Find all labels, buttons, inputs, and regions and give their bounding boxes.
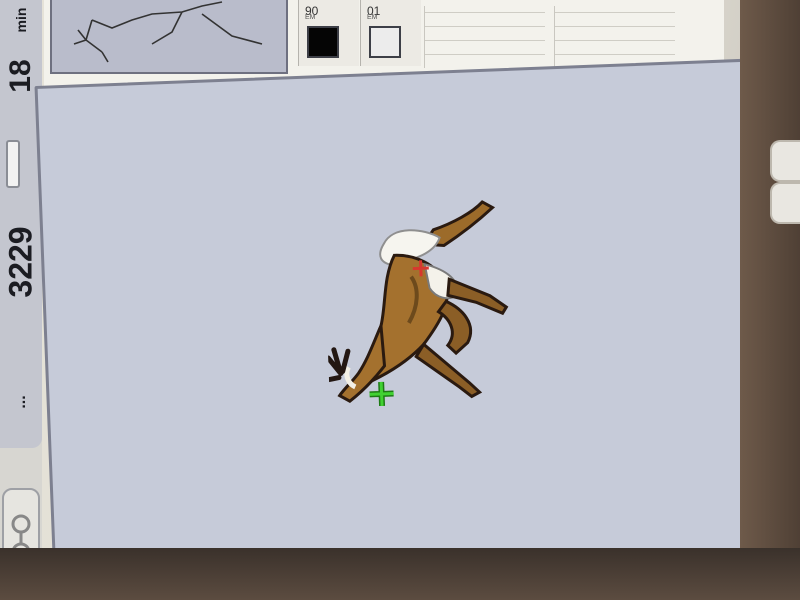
- side-button-2[interactable]: [770, 182, 800, 224]
- design-canvas[interactable]: [34, 58, 776, 594]
- color-list-column-1: [424, 6, 545, 68]
- stitch-count: 3229: [2, 226, 39, 298]
- start-marker-icon: [369, 381, 394, 407]
- time-unit: min: [13, 7, 29, 33]
- device-bezel-right: [740, 0, 800, 600]
- color-swatch-2[interactable]: 01 EM: [360, 0, 421, 66]
- device-bezel-bottom: [0, 548, 800, 600]
- color-swatch-box-1: [307, 26, 339, 58]
- color-swatch-box-2: [369, 26, 401, 58]
- ellipsis-text: ...: [12, 395, 29, 409]
- deer-embroidery-icon[interactable]: [322, 180, 551, 418]
- progress-icon: [6, 140, 20, 188]
- embroidery-machine-screen: min 18 3229 ... 90 EM 01 EM: [0, 0, 800, 600]
- color-brand-2: EM: [367, 14, 378, 21]
- design-thumbnail[interactable]: [50, 0, 288, 74]
- color-list-column-2: [554, 6, 675, 68]
- color-swatch-1[interactable]: 90 EM: [298, 0, 359, 66]
- color-brand-1: EM: [305, 14, 316, 21]
- stitch-info-panel: min 18 3229 ...: [0, 0, 42, 448]
- side-button-1[interactable]: [770, 140, 800, 182]
- time-value: 18: [4, 59, 37, 93]
- deer-outline-thumbnail-icon: [73, 1, 263, 63]
